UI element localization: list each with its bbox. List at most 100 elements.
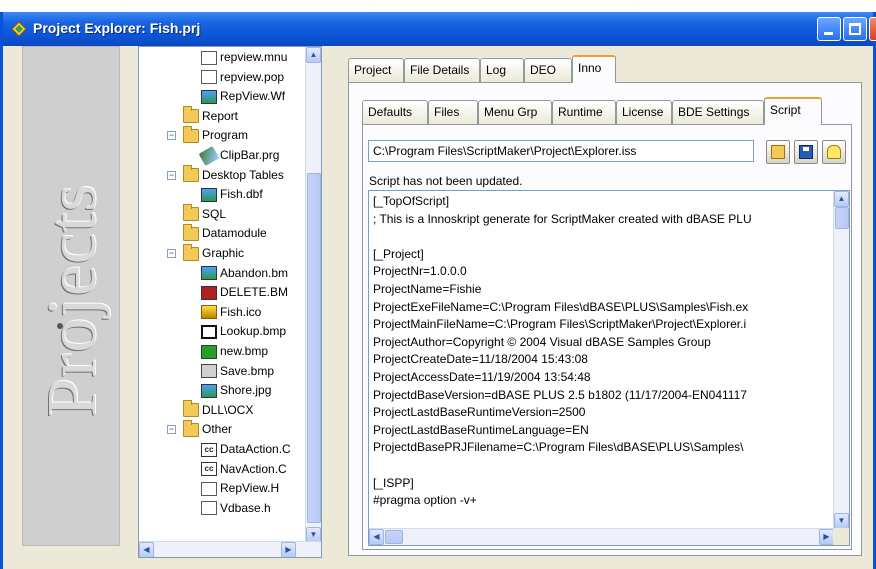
tree-item[interactable]: Shore.jpg [201, 382, 271, 399]
table-icon [201, 187, 217, 202]
subtab-license[interactable]: License [616, 100, 672, 124]
tree-item-label: SQL [202, 206, 227, 221]
save-script-button[interactable] [794, 140, 818, 164]
tree-item-label: Lookup.bmp [220, 324, 287, 339]
tree-item[interactable]: RepView.Wf [201, 88, 285, 105]
script-line: ProjectMainFileName=C:\Program Files\Scr… [373, 317, 747, 332]
tree-item[interactable]: Vdbase.h [201, 500, 271, 517]
editor-scroll-up-button[interactable]: ▲ [834, 191, 849, 207]
open-folder-icon [771, 145, 785, 159]
tree-item[interactable]: repview.mnu [201, 49, 287, 66]
image-icon [201, 364, 217, 379]
folder-icon [183, 106, 199, 124]
tree-item[interactable]: Fish.dbf [201, 186, 263, 203]
script-line: ProjectLastdBaseRuntimeVersion=2500 [373, 405, 586, 420]
tree-item-label: Vdbase.h [220, 500, 271, 515]
script-line: [_ISPP] [373, 475, 414, 490]
close-button[interactable] [869, 17, 876, 41]
subtab-menu-grp[interactable]: Menu Grp [478, 100, 552, 124]
subtab-files[interactable]: Files [428, 100, 478, 124]
tree-item[interactable]: Abandon.bm [201, 265, 288, 282]
tree-scroll-left-button[interactable]: ◀ [139, 542, 154, 557]
tree-item-label: RepView.Wf [220, 89, 286, 104]
tree-item[interactable]: DLL\OCX [183, 400, 254, 419]
script-line: ProjectNr=1.0.0.0 [373, 264, 467, 279]
tree-expander-icon[interactable]: − [167, 131, 176, 141]
editor-scroll-down-button[interactable]: ▼ [834, 513, 849, 529]
script-line: #pragma option -v+ [373, 493, 477, 508]
editor-scroll-left-button[interactable]: ◀ [369, 529, 384, 545]
tree-item-label: DLL\OCX [202, 402, 254, 417]
subtab-script[interactable]: Script [764, 97, 822, 125]
tree-horizontal-scrollbar[interactable]: ◀ ▶ [139, 541, 321, 557]
tree-scroll-up-button[interactable]: ▲ [306, 47, 321, 63]
run-script-button[interactable] [822, 140, 846, 164]
tree-item-label: repview.mnu [220, 50, 288, 64]
image-icon [201, 285, 217, 300]
tree-item[interactable]: Desktop Tables [183, 165, 284, 184]
tree-item[interactable]: cc DataAction.C [201, 441, 291, 458]
tree-item[interactable]: Other [183, 419, 232, 438]
subtab-bde-settings[interactable]: BDE Settings [672, 100, 764, 124]
tab-log[interactable]: Log [480, 58, 524, 82]
tree-item[interactable]: ClipBar.prg [198, 145, 280, 166]
tree-item[interactable]: Datamodule [183, 223, 267, 242]
tree-item-label: ClipBar.prg [220, 148, 280, 162]
project-tree[interactable]: ▲ ▼ ◀ ▶ repview.mnu repview.pop RepView.Wf… [138, 46, 322, 558]
subtab-runtime[interactable]: Runtime [552, 100, 616, 124]
editor-hscroll-thumb[interactable] [385, 530, 403, 544]
tree-scroll-right-button[interactable]: ▶ [281, 542, 296, 557]
tab-file-details[interactable]: File Details [404, 58, 480, 82]
folder-icon [183, 165, 199, 183]
editor-scroll-thumb[interactable] [835, 207, 849, 229]
minimize-button[interactable] [817, 17, 841, 41]
save-icon [799, 145, 813, 159]
script-line: [_TopOfScript] [373, 194, 450, 208]
file-icon [201, 70, 217, 85]
maximize-button[interactable] [843, 17, 867, 41]
subtab-defaults[interactable]: Defaults [362, 100, 428, 124]
script-path-input[interactable]: C:\Program Files\ScriptMaker\Project\Exp… [368, 140, 754, 162]
tree-item-label: Program [202, 128, 249, 143]
tree-item[interactable]: DELETE.BM [201, 284, 288, 301]
tree-item[interactable]: RepView.H [201, 480, 279, 497]
tree-item[interactable]: Graphic [183, 243, 245, 262]
tree-item-label: NavAction.C [220, 461, 287, 476]
tree-item[interactable]: repview.pop [201, 69, 284, 86]
tree-item-label: Graphic [202, 246, 245, 260]
editor-scroll-right-button[interactable]: ▶ [819, 529, 834, 545]
tree-item[interactable]: Program [183, 125, 249, 144]
script-line: ProjectAuthor=Copyright © 2004 Visual dB… [373, 334, 711, 349]
tree-expander-icon[interactable]: − [167, 170, 176, 180]
tree-item[interactable]: new.bmp [201, 343, 268, 360]
minimize-icon [824, 32, 833, 35]
file-icon [201, 481, 217, 496]
tree-expander-icon[interactable]: − [167, 425, 176, 435]
image-icon [201, 89, 217, 104]
tree-item[interactable]: cc NavAction.C [201, 461, 287, 478]
file-icon [201, 501, 217, 516]
script-line: ProjectdBasePRJFilename=C:\Program Files… [373, 440, 744, 455]
title-bar[interactable]: Project Explorer: Fish.prj [3, 12, 876, 46]
tab-inno[interactable]: Inno [572, 55, 616, 83]
tree-item[interactable]: Save.bmp [201, 363, 274, 380]
script-editor[interactable]: #pragma option -v+ [_ISPP] ProjectdBasePRJ… [368, 190, 850, 546]
tree-scroll-thumb[interactable] [307, 173, 321, 523]
lightbulb-icon [827, 145, 841, 159]
tree-item[interactable]: Fish.ico [201, 304, 261, 321]
folder-icon [183, 223, 199, 241]
tab-project[interactable]: Project [348, 58, 404, 82]
diamond-app-icon [11, 21, 27, 37]
tree-item[interactable]: Report [183, 106, 238, 125]
tree-item[interactable]: Lookup.bmp [201, 323, 286, 340]
editor-vertical-scrollbar[interactable]: ▲ ▼ [833, 191, 849, 529]
tree-vertical-scrollbar[interactable]: ▲ ▼ [305, 47, 321, 543]
script-line: ProjectdBaseVersion=dBASE PLUS 2.5 b1802… [373, 387, 747, 402]
open-script-button[interactable] [766, 140, 790, 164]
editor-horizontal-scrollbar[interactable]: ◀ ▶ [369, 528, 835, 545]
script-line: ProjectExeFileName=C:\Program Files\dBAS… [373, 299, 749, 314]
tab-deo[interactable]: DEO [524, 58, 572, 82]
tree-item[interactable]: SQL [183, 204, 227, 223]
script-status: Script has not been updated. [369, 174, 523, 188]
tree-expander-icon[interactable]: − [167, 249, 176, 258]
